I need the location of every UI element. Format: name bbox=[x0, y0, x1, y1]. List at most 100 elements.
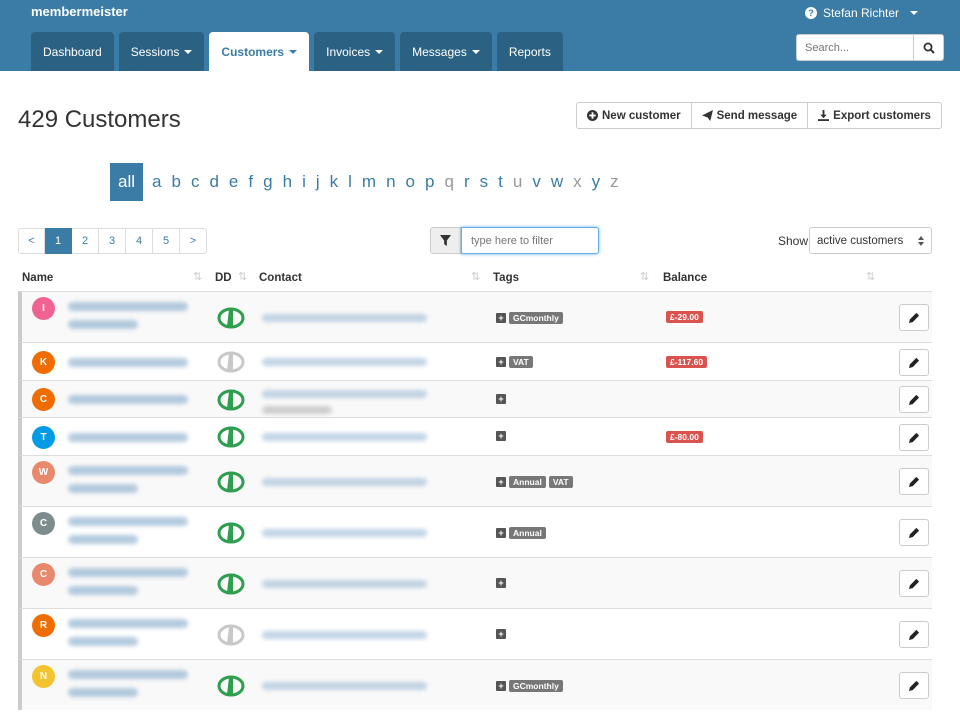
letter-all[interactable]: all bbox=[110, 163, 143, 201]
column-tags[interactable]: Tags bbox=[493, 272, 519, 284]
add-tag-icon[interactable]: + bbox=[496, 357, 506, 367]
sort-icon[interactable]: ⇅ bbox=[193, 270, 202, 283]
page-3[interactable]: 3 bbox=[99, 228, 126, 254]
sort-icon[interactable]: ⇅ bbox=[640, 270, 649, 283]
letter-v[interactable]: v bbox=[527, 172, 546, 192]
letter-z[interactable]: z bbox=[605, 172, 624, 192]
page-next[interactable]: > bbox=[180, 228, 207, 254]
tab-label: Invoices bbox=[326, 45, 370, 59]
edit-customer-button[interactable] bbox=[899, 304, 929, 331]
balance-badge: £-80.00 bbox=[666, 431, 703, 443]
letter-c[interactable]: c bbox=[186, 172, 205, 192]
edit-customer-button[interactable] bbox=[899, 349, 929, 376]
tab-invoices[interactable]: Invoices bbox=[314, 32, 395, 71]
tab-customers[interactable]: Customers bbox=[209, 32, 309, 71]
letter-u[interactable]: u bbox=[508, 172, 527, 192]
avatar: T bbox=[32, 426, 55, 449]
pencil-icon bbox=[909, 357, 920, 368]
show-select[interactable]: active customers bbox=[809, 227, 932, 254]
letter-b[interactable]: b bbox=[166, 172, 185, 192]
letter-j[interactable]: j bbox=[311, 172, 325, 192]
letter-s[interactable]: s bbox=[475, 172, 494, 192]
customer-name-link[interactable] bbox=[68, 466, 198, 502]
customer-name-link[interactable] bbox=[68, 670, 198, 706]
edit-customer-button[interactable] bbox=[899, 386, 929, 413]
filter-input[interactable] bbox=[461, 227, 599, 254]
column-dd[interactable]: DD bbox=[215, 272, 232, 284]
add-tag-icon[interactable]: + bbox=[496, 681, 506, 691]
letter-f[interactable]: f bbox=[243, 172, 258, 192]
tab-sessions[interactable]: Sessions bbox=[119, 32, 205, 71]
help-icon[interactable]: ? bbox=[805, 7, 817, 19]
column-name[interactable]: Name bbox=[22, 272, 53, 284]
tab-dashboard[interactable]: Dashboard bbox=[31, 32, 114, 71]
customer-name-link[interactable] bbox=[68, 568, 198, 604]
customer-name-link[interactable] bbox=[68, 619, 198, 655]
letter-l[interactable]: l bbox=[343, 172, 357, 192]
table-row: C+Annual bbox=[18, 506, 932, 557]
direct-debit-active-icon bbox=[217, 426, 245, 448]
search-button[interactable] bbox=[913, 34, 944, 61]
tab-reports[interactable]: Reports bbox=[497, 32, 563, 71]
letter-q[interactable]: q bbox=[439, 172, 458, 192]
customer-name-link[interactable] bbox=[68, 433, 198, 451]
letter-n[interactable]: n bbox=[381, 172, 400, 192]
letter-h[interactable]: h bbox=[278, 172, 297, 192]
letter-w[interactable]: w bbox=[546, 172, 568, 192]
letter-x[interactable]: x bbox=[568, 172, 587, 192]
send-message-button[interactable]: Send message bbox=[692, 102, 809, 129]
pencil-icon bbox=[909, 312, 920, 323]
letter-t[interactable]: t bbox=[493, 172, 508, 192]
edit-customer-button[interactable] bbox=[899, 621, 929, 648]
letter-i[interactable]: i bbox=[297, 172, 311, 192]
search-input[interactable] bbox=[796, 34, 913, 61]
contact-info bbox=[262, 682, 457, 698]
page-4[interactable]: 4 bbox=[126, 228, 153, 254]
export-customers-button[interactable]: Export customers bbox=[808, 102, 942, 129]
edit-customer-button[interactable] bbox=[899, 672, 929, 699]
add-tag-icon[interactable]: + bbox=[496, 629, 506, 639]
add-tag-icon[interactable]: + bbox=[496, 477, 506, 487]
tab-messages[interactable]: Messages bbox=[400, 32, 492, 71]
letter-d[interactable]: d bbox=[204, 172, 223, 192]
letter-y[interactable]: y bbox=[587, 172, 606, 192]
user-menu[interactable]: ? Stefan Richter bbox=[805, 6, 918, 20]
page-prev[interactable]: < bbox=[18, 228, 45, 254]
page-5[interactable]: 5 bbox=[153, 228, 180, 254]
letter-p[interactable]: p bbox=[420, 172, 439, 192]
edit-customer-button[interactable] bbox=[899, 570, 929, 597]
add-tag-icon[interactable]: + bbox=[496, 313, 506, 323]
direct-debit-active-icon bbox=[217, 471, 245, 493]
add-tag-icon[interactable]: + bbox=[496, 578, 506, 588]
customer-name-link[interactable] bbox=[68, 395, 198, 413]
letter-g[interactable]: g bbox=[258, 172, 277, 192]
add-tag-icon[interactable]: + bbox=[496, 394, 506, 404]
filter-button[interactable] bbox=[430, 227, 461, 254]
letter-k[interactable]: k bbox=[325, 172, 344, 192]
page-1[interactable]: 1 bbox=[45, 228, 72, 254]
customer-name-link[interactable] bbox=[68, 358, 198, 376]
sort-icon[interactable]: ⇅ bbox=[471, 270, 480, 283]
edit-customer-button[interactable] bbox=[899, 468, 929, 495]
new-customer-button[interactable]: New customer bbox=[576, 102, 692, 129]
letter-a[interactable]: a bbox=[147, 172, 166, 192]
add-tag-icon[interactable]: + bbox=[496, 528, 506, 538]
brand-logo[interactable]: membermeister bbox=[31, 4, 128, 19]
table-header: Name ⇅ DD ⇅ Contact ⇅ Tags ⇅ Balance ⇅ bbox=[18, 268, 932, 291]
letter-o[interactable]: o bbox=[401, 172, 420, 192]
letter-e[interactable]: e bbox=[224, 172, 243, 192]
column-contact[interactable]: Contact bbox=[259, 272, 302, 284]
customer-name-link[interactable] bbox=[68, 517, 198, 553]
pencil-icon bbox=[909, 527, 920, 538]
sort-icon[interactable]: ⇅ bbox=[866, 270, 875, 283]
user-name[interactable]: Stefan Richter bbox=[823, 6, 899, 20]
edit-customer-button[interactable] bbox=[899, 519, 929, 546]
page-2[interactable]: 2 bbox=[72, 228, 99, 254]
customer-name-link[interactable] bbox=[68, 302, 198, 338]
edit-customer-button[interactable] bbox=[899, 424, 929, 451]
letter-m[interactable]: m bbox=[357, 172, 381, 192]
add-tag-icon[interactable]: + bbox=[496, 431, 506, 441]
sort-icon[interactable]: ⇅ bbox=[238, 270, 247, 283]
letter-r[interactable]: r bbox=[459, 172, 475, 192]
column-balance[interactable]: Balance bbox=[663, 272, 707, 284]
